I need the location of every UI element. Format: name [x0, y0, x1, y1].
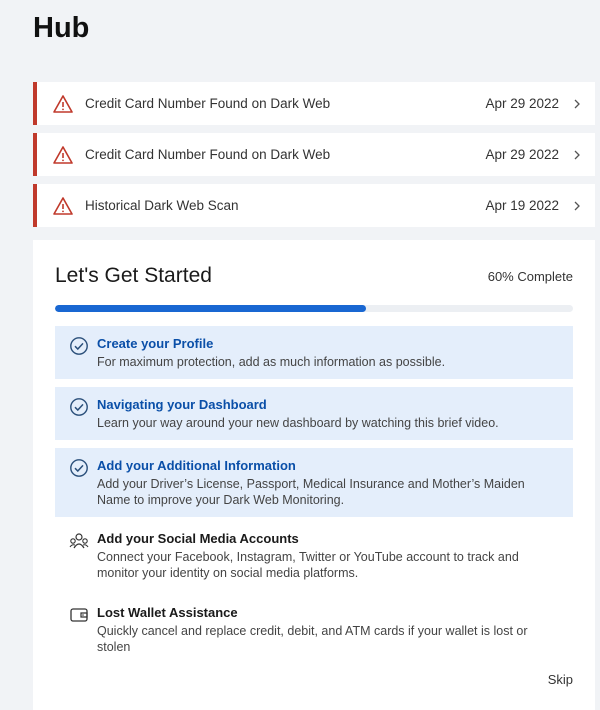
- getting-started-card: Let's Get Started 60% Complete Create yo…: [33, 240, 595, 710]
- alert-title: Credit Card Number Found on Dark Web: [85, 96, 331, 111]
- step-description: Add your Driver’s License, Passport, Med…: [97, 477, 525, 507]
- alert-title: Credit Card Number Found on Dark Web: [85, 147, 331, 162]
- alert-row[interactable]: Credit Card Number Found on Dark Web Apr…: [33, 82, 595, 125]
- progress-fill: [55, 305, 366, 312]
- page-title: Hub: [33, 12, 90, 44]
- alert-row[interactable]: Historical Dark Web Scan Apr 19 2022: [33, 184, 595, 227]
- step-navigating-dashboard[interactable]: Navigating your Dashboard Learn your way…: [55, 387, 573, 440]
- alert-date: Apr 29 2022: [485, 96, 559, 111]
- step-description: Connect your Facebook, Instagram, Twitte…: [97, 550, 519, 580]
- check-circle-icon: [69, 397, 89, 417]
- step-lost-wallet-assistance[interactable]: Lost Wallet Assistance Quickly cancel an…: [55, 599, 573, 665]
- check-circle-icon: [69, 458, 89, 478]
- step-create-profile[interactable]: Create your Profile For maximum protecti…: [55, 326, 573, 379]
- step-title: Lost Wallet Assistance: [97, 605, 238, 620]
- chevron-right-icon: [571, 149, 583, 161]
- step-description: For maximum protection, add as much info…: [97, 355, 446, 369]
- step-title: Create your Profile: [97, 336, 214, 351]
- step-social-media-accounts[interactable]: Add your Social Media Accounts Connect y…: [55, 525, 573, 591]
- wallet-icon: [69, 605, 89, 625]
- step-description: Quickly cancel and replace credit, debit…: [97, 624, 528, 654]
- social-accounts-icon: [69, 531, 89, 551]
- skip-link[interactable]: Skip: [548, 672, 573, 687]
- alert-date: Apr 19 2022: [485, 198, 559, 213]
- step-title: Add your Additional Information: [97, 458, 296, 473]
- progress-label: 60% Complete: [487, 269, 573, 284]
- warning-icon: [53, 196, 73, 216]
- step-title: Add your Social Media Accounts: [97, 531, 299, 546]
- warning-icon: [53, 94, 73, 114]
- chevron-right-icon: [571, 200, 583, 212]
- alert-title: Historical Dark Web Scan: [85, 198, 239, 213]
- warning-icon: [53, 145, 73, 165]
- alert-row[interactable]: Credit Card Number Found on Dark Web Apr…: [33, 133, 595, 176]
- alert-list: Credit Card Number Found on Dark Web Apr…: [33, 82, 595, 235]
- progress-bar: [55, 305, 573, 312]
- chevron-right-icon: [571, 98, 583, 110]
- step-list: Create your Profile For maximum protecti…: [55, 326, 573, 673]
- step-description: Learn your way around your new dashboard…: [97, 416, 499, 430]
- card-title: Let's Get Started: [55, 264, 212, 287]
- alert-date: Apr 29 2022: [485, 147, 559, 162]
- step-title: Navigating your Dashboard: [97, 397, 267, 412]
- step-additional-information[interactable]: Add your Additional Information Add your…: [55, 448, 573, 517]
- check-circle-icon: [69, 336, 89, 356]
